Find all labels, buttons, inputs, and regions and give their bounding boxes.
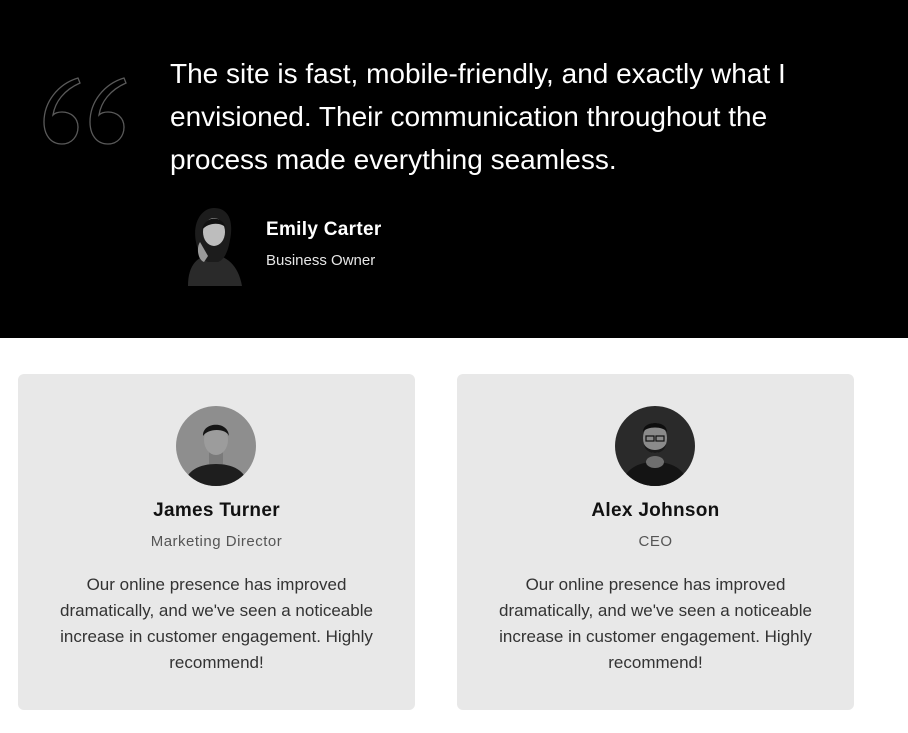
featured-quote-text: The site is fast, mobile-friendly, and e…	[170, 58, 786, 175]
avatar	[178, 202, 246, 286]
quote-icon	[43, 77, 127, 145]
card-text: Our online presence has improved dramati…	[499, 575, 812, 672]
card-text: Our online presence has improved dramati…	[60, 575, 373, 672]
card-name: Alex Johnson	[591, 500, 720, 521]
featured-name: Emily Carter	[266, 219, 382, 240]
avatar	[176, 406, 256, 486]
featured-role: Business Owner	[266, 252, 376, 269]
card-role: CEO	[638, 533, 673, 550]
avatar	[615, 406, 695, 486]
card-name: James Turner	[153, 500, 280, 521]
featured-testimonial: The site is fast, mobile-friendly, and e…	[0, 0, 908, 338]
testimonial-card: James Turner Marketing Director Our onli…	[18, 374, 415, 710]
testimonial-card: Alex Johnson CEO Our online presence has…	[457, 374, 854, 710]
card-role: Marketing Director	[150, 533, 283, 550]
